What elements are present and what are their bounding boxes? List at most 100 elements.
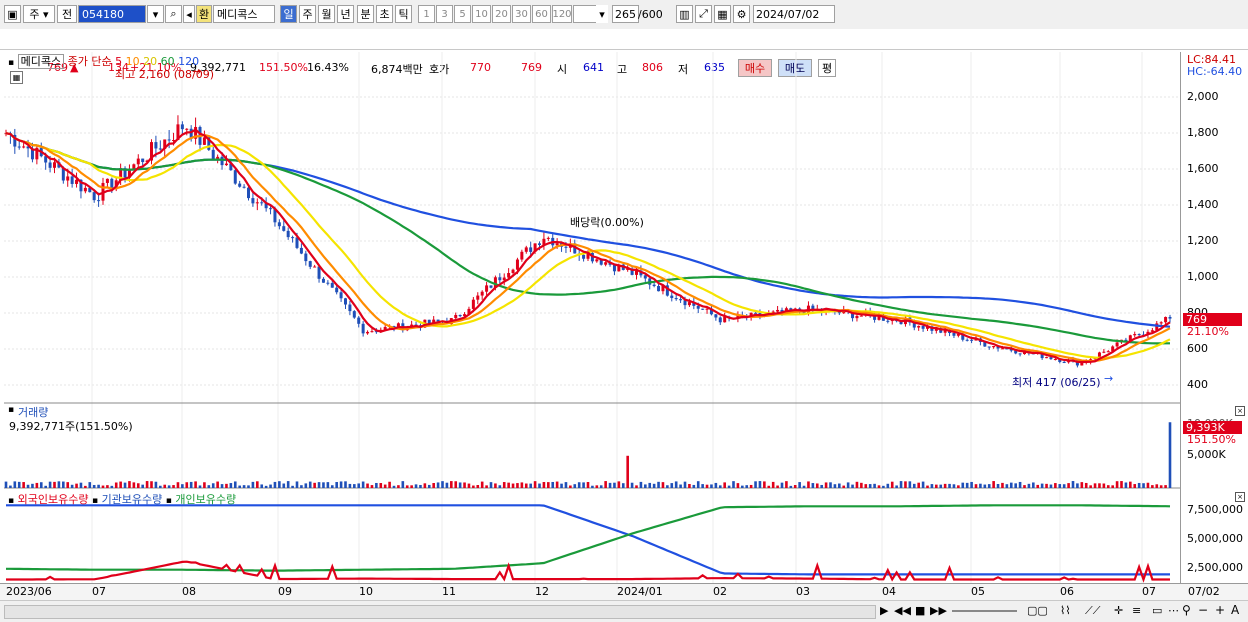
volume-bar: [1062, 484, 1066, 488]
close-volume-icon[interactable]: ×: [1235, 406, 1245, 416]
font-size-icon[interactable]: A: [1231, 603, 1239, 617]
date-input[interactable]: 2024/07/02: [753, 5, 835, 23]
scroll-right-icon[interactable]: ▶: [880, 604, 888, 617]
price-ytick: 600: [1187, 342, 1208, 355]
volume-bar: [53, 481, 56, 488]
period-year[interactable]: 년: [337, 5, 354, 23]
interval-60[interactable]: 60: [532, 5, 551, 23]
code-input[interactable]: 054180: [78, 5, 146, 23]
zoom-slider[interactable]: [952, 610, 1017, 612]
candle-body: [154, 142, 158, 149]
volume-bar: [868, 484, 872, 488]
gear-icon[interactable]: ⚙: [733, 5, 750, 23]
volume-bar: [674, 481, 678, 488]
volume-bar: [1093, 483, 1097, 488]
search-zoom-icon[interactable]: ⚲: [1182, 603, 1191, 617]
window-icon[interactable]: ▣: [4, 5, 21, 23]
crosshair-icon[interactable]: ✛: [1114, 604, 1123, 617]
candle-body: [366, 331, 370, 334]
interval-3[interactable]: 3: [436, 5, 453, 23]
prev-button[interactable]: 전: [57, 5, 77, 23]
candle-body: [657, 286, 661, 292]
low-arrow-icon: →: [1104, 372, 1114, 385]
candle-body: [987, 346, 991, 348]
fib-icon[interactable]: ≡: [1132, 604, 1141, 617]
candle-body: [687, 302, 691, 306]
volume-bar: [1168, 422, 1172, 488]
volume-bar: [1018, 481, 1022, 488]
volume-bar: [494, 483, 497, 488]
interval-30[interactable]: 30: [512, 5, 531, 23]
moving-averages: [5, 128, 1171, 364]
interval-dropdown-icon[interactable]: ▾: [596, 5, 608, 23]
count-input[interactable]: 265: [612, 5, 639, 23]
volume-bar: [524, 483, 528, 488]
candle-body: [564, 246, 568, 248]
volume-pct-label: 151.50%: [1187, 433, 1236, 446]
interval-1[interactable]: 1: [418, 5, 435, 23]
volume-bar: [666, 485, 669, 488]
period-week[interactable]: 주: [299, 5, 316, 23]
volume-bar: [335, 482, 338, 488]
candle-body: [917, 325, 921, 328]
panel-icon[interactable]: ▭: [1152, 604, 1162, 617]
grid-toggle-icon[interactable]: ▪: [8, 58, 14, 68]
candle-body: [352, 311, 356, 318]
period-tick[interactable]: 틱: [395, 5, 412, 23]
scrollbar[interactable]: [4, 605, 876, 619]
volume-bar: [463, 482, 466, 488]
zoom-out-icon[interactable]: −: [1198, 603, 1208, 617]
candle-body: [511, 269, 515, 274]
volume-bar: [793, 485, 797, 488]
volume-bar: [838, 483, 841, 488]
candle-body: [326, 282, 330, 284]
x-axis: 2023/06 07 08 09 10 11 12 2024/01 02 03 …: [0, 583, 1248, 601]
search-icon[interactable]: ⌕: [165, 5, 182, 23]
tool-icon[interactable]: ⤢: [695, 5, 712, 23]
candle-body: [454, 314, 458, 319]
candle-body: [921, 325, 925, 329]
zoom-in-icon[interactable]: +: [1215, 603, 1225, 617]
period-minute[interactable]: 분: [357, 5, 374, 23]
market-select[interactable]: 주 ▾: [23, 5, 55, 23]
interval-10[interactable]: 10: [472, 5, 491, 23]
close-holders-icon[interactable]: ×: [1235, 492, 1245, 502]
rewind-icon[interactable]: ◀◀: [894, 604, 911, 617]
volume-bar: [1036, 484, 1040, 488]
volume-toggle-icon[interactable]: ▪: [8, 405, 14, 415]
candle-body: [1164, 316, 1168, 323]
dropdown-icon[interactable]: ▾: [147, 5, 164, 23]
candle-body: [299, 247, 303, 254]
volume-bar: [1120, 481, 1123, 488]
volume-bar: [1106, 485, 1110, 488]
interval-5[interactable]: 5: [454, 5, 471, 23]
candle-icon[interactable]: ▥: [676, 5, 693, 23]
interval-120[interactable]: 120: [552, 5, 572, 23]
line-tool-icon[interactable]: ⟋⟋: [1085, 604, 1100, 618]
volume-bar: [436, 482, 440, 488]
volume-bar: [62, 481, 65, 488]
layout-icon[interactable]: ▢▢: [1027, 604, 1048, 617]
forward-icon[interactable]: ▶▶: [930, 604, 947, 617]
interval-20[interactable]: 20: [492, 5, 511, 23]
stop-icon[interactable]: ■: [915, 604, 925, 617]
period-second[interactable]: 초: [376, 5, 393, 23]
candle-body: [679, 299, 683, 301]
more-icon[interactable]: ⋯: [1168, 604, 1179, 617]
speaker-icon[interactable]: ◂: [183, 5, 195, 23]
period-day[interactable]: 일: [280, 5, 297, 23]
volume-bar: [101, 485, 105, 488]
volume-bar: [216, 481, 219, 488]
candle-body: [837, 312, 841, 314]
volume-bar: [313, 482, 316, 488]
grid-icon[interactable]: ▦: [714, 5, 731, 23]
chart-area[interactable]: [4, 52, 1180, 600]
current-pct-label: 21.10%: [1187, 325, 1229, 338]
volume-bar: [965, 482, 969, 488]
period-month[interactable]: 월: [318, 5, 335, 23]
volume-bar: [317, 482, 321, 488]
draw-icon[interactable]: ⌇⌇: [1060, 604, 1071, 617]
holders-toggle-icon[interactable]: ▪: [8, 496, 14, 506]
calendar-icon[interactable]: ▦: [10, 71, 23, 84]
candle-body: [220, 156, 224, 166]
